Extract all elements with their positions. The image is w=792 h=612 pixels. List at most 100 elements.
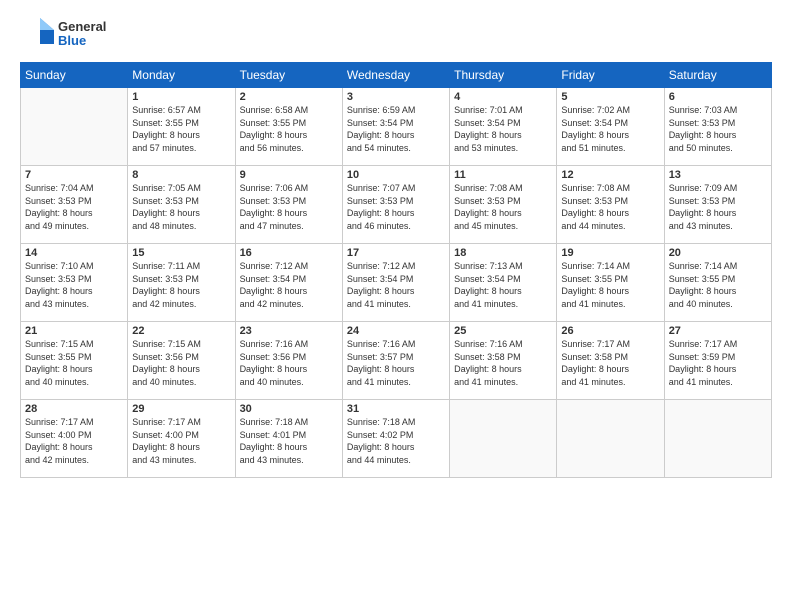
day-number: 21 [25, 325, 123, 337]
day-number: 14 [25, 247, 123, 259]
day-number: 26 [561, 325, 659, 337]
day-number: 22 [132, 325, 230, 337]
day-info: Sunrise: 7:16 AM Sunset: 3:56 PM Dayligh… [240, 338, 338, 388]
day-info: Sunrise: 7:15 AM Sunset: 3:56 PM Dayligh… [132, 338, 230, 388]
day-info: Sunrise: 7:11 AM Sunset: 3:53 PM Dayligh… [132, 260, 230, 310]
day-info: Sunrise: 7:18 AM Sunset: 4:01 PM Dayligh… [240, 416, 338, 466]
calendar-cell [557, 400, 664, 478]
day-number: 13 [669, 169, 767, 181]
day-info: Sunrise: 7:16 AM Sunset: 3:57 PM Dayligh… [347, 338, 445, 388]
calendar-cell: 8Sunrise: 7:05 AM Sunset: 3:53 PM Daylig… [128, 166, 235, 244]
calendar-header-tuesday: Tuesday [235, 63, 342, 88]
day-info: Sunrise: 7:17 AM Sunset: 4:00 PM Dayligh… [25, 416, 123, 466]
calendar-cell: 5Sunrise: 7:02 AM Sunset: 3:54 PM Daylig… [557, 88, 664, 166]
calendar-cell: 12Sunrise: 7:08 AM Sunset: 3:53 PM Dayli… [557, 166, 664, 244]
calendar-cell [21, 88, 128, 166]
calendar-cell: 24Sunrise: 7:16 AM Sunset: 3:57 PM Dayli… [342, 322, 449, 400]
calendar-cell: 23Sunrise: 7:16 AM Sunset: 3:56 PM Dayli… [235, 322, 342, 400]
day-number: 27 [669, 325, 767, 337]
day-info: Sunrise: 7:09 AM Sunset: 3:53 PM Dayligh… [669, 182, 767, 232]
calendar-cell [664, 400, 771, 478]
day-number: 19 [561, 247, 659, 259]
calendar-header-sunday: Sunday [21, 63, 128, 88]
calendar-cell: 11Sunrise: 7:08 AM Sunset: 3:53 PM Dayli… [450, 166, 557, 244]
calendar-week-row: 7Sunrise: 7:04 AM Sunset: 3:53 PM Daylig… [21, 166, 772, 244]
calendar-cell: 29Sunrise: 7:17 AM Sunset: 4:00 PM Dayli… [128, 400, 235, 478]
day-number: 2 [240, 91, 338, 103]
day-number: 5 [561, 91, 659, 103]
general-blue-logo-icon [20, 16, 56, 52]
day-number: 31 [347, 403, 445, 415]
day-info: Sunrise: 7:13 AM Sunset: 3:54 PM Dayligh… [454, 260, 552, 310]
day-number: 30 [240, 403, 338, 415]
day-info: Sunrise: 7:14 AM Sunset: 3:55 PM Dayligh… [669, 260, 767, 310]
calendar-cell: 6Sunrise: 7:03 AM Sunset: 3:53 PM Daylig… [664, 88, 771, 166]
day-number: 24 [347, 325, 445, 337]
calendar-header-wednesday: Wednesday [342, 63, 449, 88]
day-info: Sunrise: 7:04 AM Sunset: 3:53 PM Dayligh… [25, 182, 123, 232]
calendar-cell: 1Sunrise: 6:57 AM Sunset: 3:55 PM Daylig… [128, 88, 235, 166]
calendar-week-row: 1Sunrise: 6:57 AM Sunset: 3:55 PM Daylig… [21, 88, 772, 166]
day-number: 23 [240, 325, 338, 337]
calendar-cell: 9Sunrise: 7:06 AM Sunset: 3:53 PM Daylig… [235, 166, 342, 244]
calendar-cell: 7Sunrise: 7:04 AM Sunset: 3:53 PM Daylig… [21, 166, 128, 244]
day-info: Sunrise: 6:59 AM Sunset: 3:54 PM Dayligh… [347, 104, 445, 154]
logo: GeneralBlue [20, 16, 106, 52]
logo-text: GeneralBlue [58, 20, 106, 49]
day-number: 11 [454, 169, 552, 181]
day-info: Sunrise: 7:05 AM Sunset: 3:53 PM Dayligh… [132, 182, 230, 232]
calendar-cell: 20Sunrise: 7:14 AM Sunset: 3:55 PM Dayli… [664, 244, 771, 322]
day-info: Sunrise: 7:08 AM Sunset: 3:53 PM Dayligh… [561, 182, 659, 232]
day-number: 12 [561, 169, 659, 181]
calendar-cell: 3Sunrise: 6:59 AM Sunset: 3:54 PM Daylig… [342, 88, 449, 166]
logo-text-block: GeneralBlue [20, 16, 106, 52]
day-number: 9 [240, 169, 338, 181]
day-number: 28 [25, 403, 123, 415]
day-number: 4 [454, 91, 552, 103]
calendar-cell: 18Sunrise: 7:13 AM Sunset: 3:54 PM Dayli… [450, 244, 557, 322]
calendar-header-row: SundayMondayTuesdayWednesdayThursdayFrid… [21, 63, 772, 88]
day-info: Sunrise: 7:14 AM Sunset: 3:55 PM Dayligh… [561, 260, 659, 310]
day-number: 7 [25, 169, 123, 181]
day-info: Sunrise: 6:58 AM Sunset: 3:55 PM Dayligh… [240, 104, 338, 154]
calendar-cell: 26Sunrise: 7:17 AM Sunset: 3:58 PM Dayli… [557, 322, 664, 400]
calendar-cell: 30Sunrise: 7:18 AM Sunset: 4:01 PM Dayli… [235, 400, 342, 478]
calendar-cell: 25Sunrise: 7:16 AM Sunset: 3:58 PM Dayli… [450, 322, 557, 400]
day-number: 3 [347, 91, 445, 103]
day-number: 17 [347, 247, 445, 259]
page: GeneralBlue SundayMondayTuesdayWednesday… [0, 0, 792, 612]
day-number: 16 [240, 247, 338, 259]
day-info: Sunrise: 7:01 AM Sunset: 3:54 PM Dayligh… [454, 104, 552, 154]
calendar-header-friday: Friday [557, 63, 664, 88]
calendar-cell: 28Sunrise: 7:17 AM Sunset: 4:00 PM Dayli… [21, 400, 128, 478]
calendar-header-thursday: Thursday [450, 63, 557, 88]
day-info: Sunrise: 7:08 AM Sunset: 3:53 PM Dayligh… [454, 182, 552, 232]
day-info: Sunrise: 7:10 AM Sunset: 3:53 PM Dayligh… [25, 260, 123, 310]
day-info: Sunrise: 7:17 AM Sunset: 4:00 PM Dayligh… [132, 416, 230, 466]
calendar-week-row: 28Sunrise: 7:17 AM Sunset: 4:00 PM Dayli… [21, 400, 772, 478]
calendar-cell: 17Sunrise: 7:12 AM Sunset: 3:54 PM Dayli… [342, 244, 449, 322]
calendar-cell: 14Sunrise: 7:10 AM Sunset: 3:53 PM Dayli… [21, 244, 128, 322]
calendar-header-monday: Monday [128, 63, 235, 88]
day-number: 10 [347, 169, 445, 181]
calendar-cell: 13Sunrise: 7:09 AM Sunset: 3:53 PM Dayli… [664, 166, 771, 244]
day-info: Sunrise: 6:57 AM Sunset: 3:55 PM Dayligh… [132, 104, 230, 154]
calendar-cell: 22Sunrise: 7:15 AM Sunset: 3:56 PM Dayli… [128, 322, 235, 400]
day-info: Sunrise: 7:17 AM Sunset: 3:58 PM Dayligh… [561, 338, 659, 388]
day-info: Sunrise: 7:18 AM Sunset: 4:02 PM Dayligh… [347, 416, 445, 466]
day-info: Sunrise: 7:06 AM Sunset: 3:53 PM Dayligh… [240, 182, 338, 232]
day-number: 1 [132, 91, 230, 103]
day-info: Sunrise: 7:17 AM Sunset: 3:59 PM Dayligh… [669, 338, 767, 388]
calendar-cell: 16Sunrise: 7:12 AM Sunset: 3:54 PM Dayli… [235, 244, 342, 322]
calendar-cell: 27Sunrise: 7:17 AM Sunset: 3:59 PM Dayli… [664, 322, 771, 400]
day-info: Sunrise: 7:15 AM Sunset: 3:55 PM Dayligh… [25, 338, 123, 388]
calendar-week-row: 21Sunrise: 7:15 AM Sunset: 3:55 PM Dayli… [21, 322, 772, 400]
header: GeneralBlue [20, 16, 772, 52]
calendar-week-row: 14Sunrise: 7:10 AM Sunset: 3:53 PM Dayli… [21, 244, 772, 322]
calendar-header-saturday: Saturday [664, 63, 771, 88]
calendar-cell [450, 400, 557, 478]
day-info: Sunrise: 7:03 AM Sunset: 3:53 PM Dayligh… [669, 104, 767, 154]
calendar-cell: 10Sunrise: 7:07 AM Sunset: 3:53 PM Dayli… [342, 166, 449, 244]
day-info: Sunrise: 7:12 AM Sunset: 3:54 PM Dayligh… [240, 260, 338, 310]
calendar-cell: 31Sunrise: 7:18 AM Sunset: 4:02 PM Dayli… [342, 400, 449, 478]
